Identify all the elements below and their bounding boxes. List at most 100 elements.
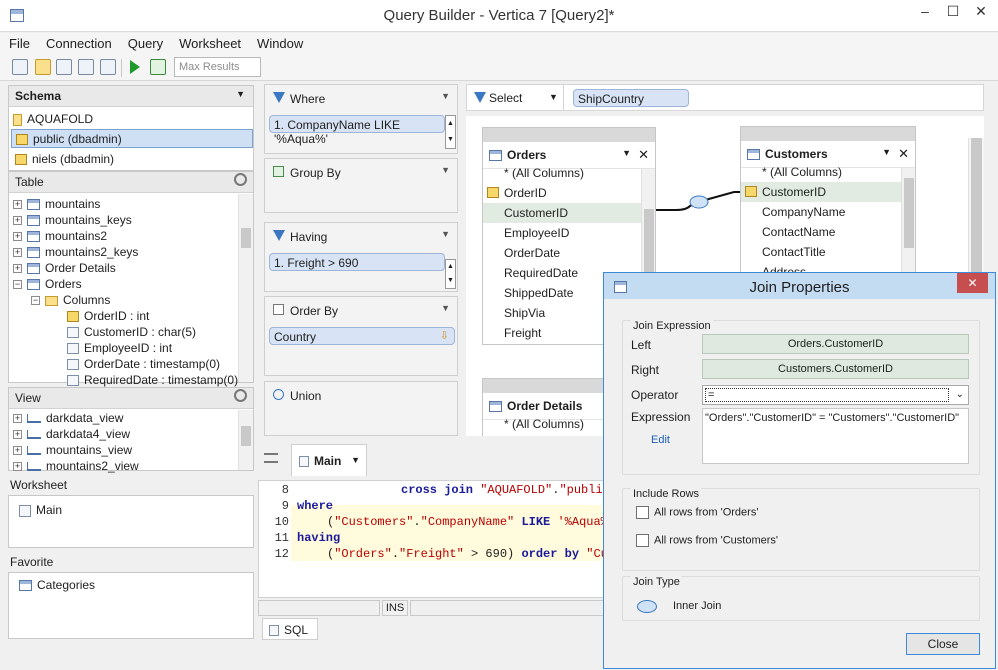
expression-textarea[interactable]: "Orders"."CustomerID" = "Customers"."Cus… <box>702 408 969 464</box>
chevron-down-icon[interactable]: ▼ <box>441 303 450 313</box>
chevron-down-icon[interactable]: ▼ <box>441 91 450 101</box>
tab-sql[interactable]: SQL <box>262 618 318 640</box>
close-button[interactable]: Close <box>906 633 980 655</box>
group-icon <box>273 166 284 177</box>
dialog-title-bar: Join Properties ✕ <box>604 273 995 299</box>
view-tree-item[interactable]: + darkdata_view <box>13 410 123 426</box>
expand-icon[interactable]: + <box>13 216 22 226</box>
table-tree-item[interactable]: RequiredDate : timestamp(0) <box>67 372 238 388</box>
inner-join-icon <box>637 600 657 613</box>
schema-item-public[interactable]: public (dbadmin) <box>11 129 253 148</box>
search-icon[interactable] <box>234 389 247 402</box>
save-all-icon[interactable] <box>78 59 94 75</box>
menu-icon[interactable] <box>264 453 278 463</box>
favorite-item-categories[interactable]: Categories <box>19 578 95 592</box>
tab-main[interactable]: Main ▼ <box>291 444 367 476</box>
menu-worksheet[interactable]: Worksheet <box>170 33 248 51</box>
line-number: 11 <box>274 531 289 545</box>
operator-select[interactable]: = ⌄ <box>702 385 969 405</box>
expand-icon[interactable]: + <box>13 200 22 210</box>
worksheet-item-main[interactable]: Main <box>19 503 62 517</box>
chevron-down-icon[interactable]: ▼ <box>236 89 245 99</box>
table-icon <box>27 247 40 259</box>
minimize-button[interactable]: – <box>910 0 940 22</box>
expand-icon[interactable]: + <box>13 414 22 424</box>
edit-link[interactable]: Edit <box>651 434 670 446</box>
having-spinner[interactable]: ▲ ▼ <box>445 259 456 289</box>
worksheet-header: Worksheet <box>10 478 68 492</box>
chevron-down-icon[interactable]: ▼ <box>441 229 450 239</box>
new-icon[interactable] <box>12 59 28 75</box>
table-tree-item[interactable]: − Columns <box>31 292 110 308</box>
code-line[interactable]: cross join "AQUAFOLD"."publi <box>401 483 603 497</box>
close-window-button[interactable]: ✕ <box>966 0 996 22</box>
include-rows-label: Include Rows <box>631 488 702 500</box>
table-tree-item[interactable]: CustomerID : char(5) <box>67 324 196 340</box>
view-scrollbar[interactable] <box>238 410 253 470</box>
code-line[interactable]: ("Orders"."Freight" > 690) order by "Cus <box>327 547 603 561</box>
sql-editor[interactable]: 8 cross join "AQUAFOLD"."publi 9 where 10 ("C… <box>258 480 604 598</box>
sort-desc-icon[interactable]: ⇩ <box>440 329 449 342</box>
table-tree-item[interactable]: + mountains_keys <box>13 212 132 228</box>
chevron-down-icon[interactable]: ▼ <box>441 165 450 175</box>
expand-icon[interactable]: + <box>13 462 22 472</box>
search-icon[interactable] <box>234 173 247 186</box>
table-tree-item[interactable]: + mountains <box>13 196 100 212</box>
select-field-shipcountry[interactable]: ShipCountry <box>573 89 689 107</box>
where-spinner[interactable]: ▲ ▼ <box>445 115 456 149</box>
save-icon[interactable] <box>56 59 72 75</box>
database-name: AQUAFOLD <box>13 112 93 126</box>
view-tree-item[interactable]: + darkdata4_view <box>13 426 130 442</box>
expand-icon[interactable]: + <box>13 232 22 242</box>
run-check-icon[interactable] <box>150 59 166 75</box>
expand-icon[interactable]: − <box>13 280 22 290</box>
table-tree-item[interactable]: EmployeeID : int <box>67 340 172 356</box>
column-icon <box>67 375 79 387</box>
having-condition[interactable]: 1. Freight > 690 <box>269 253 445 271</box>
table-tree-item[interactable]: − Orders <box>13 276 82 292</box>
expand-icon[interactable]: − <box>31 296 40 306</box>
run-icon[interactable] <box>130 60 140 74</box>
view-tree-item[interactable]: + mountains_view <box>13 442 132 458</box>
table-icon <box>27 263 40 275</box>
menu-query[interactable]: Query <box>119 33 170 51</box>
chevron-down-icon[interactable]: ⌄ <box>956 389 964 400</box>
print-icon[interactable] <box>100 59 116 75</box>
operator-label: Operator <box>631 388 679 402</box>
table-tree-item[interactable]: OrderID : int <box>67 308 149 324</box>
chevron-down-icon[interactable]: ▼ <box>351 455 360 465</box>
expand-icon[interactable]: + <box>13 264 22 274</box>
database-icon <box>13 113 22 126</box>
dialog-close-icon[interactable]: ✕ <box>957 273 988 293</box>
expand-icon[interactable]: + <box>13 430 22 440</box>
schema-panel: Schema ▼ AQUAFOLD public (dbadmin) niels … <box>8 85 254 171</box>
code-line[interactable]: ("Customers"."CompanyName" LIKE '%Aqua%' <box>327 515 603 529</box>
code-line[interactable]: having <box>297 531 340 545</box>
schema-item-niels[interactable]: niels (dbadmin) <box>15 152 114 166</box>
open-icon[interactable] <box>35 59 51 75</box>
all-rows-customers-checkbox[interactable]: All rows from 'Customers' <box>636 534 778 547</box>
chevron-down-icon[interactable]: ▼ <box>549 92 558 102</box>
maximize-button[interactable]: ☐ <box>938 0 968 22</box>
table-tree-item[interactable]: + mountains2_keys <box>13 244 138 260</box>
menu-connection[interactable]: Connection <box>37 33 119 51</box>
order-by-item[interactable]: Country ⇩ <box>269 327 455 345</box>
menu-file[interactable]: File <box>0 33 37 51</box>
editor-tabbar: Main ▼ <box>258 440 604 480</box>
menu-window[interactable]: Window <box>248 33 310 51</box>
view-tree-item[interactable]: + mountains2_view <box>13 458 139 474</box>
view-icon <box>27 446 41 456</box>
where-condition[interactable]: 1. CompanyName LIKE '%Aqua%' <box>269 115 445 146</box>
table-tree-item[interactable]: + mountains2 <box>13 228 107 244</box>
table-scrollbar[interactable] <box>238 194 253 382</box>
dialog-title: Join Properties <box>749 279 850 296</box>
expand-icon[interactable]: + <box>13 248 22 258</box>
expand-icon[interactable]: + <box>13 446 22 456</box>
max-results-input[interactable]: Max Results <box>174 57 261 77</box>
all-rows-orders-checkbox[interactable]: All rows from 'Orders' <box>636 506 758 519</box>
table-tree-item[interactable]: + Order Details <box>13 260 116 276</box>
folder-icon <box>45 295 58 306</box>
code-line[interactable]: where <box>297 499 333 513</box>
join-expression-label: Join Expression <box>631 320 713 332</box>
table-tree-item[interactable]: OrderDate : timestamp(0) <box>67 356 220 372</box>
